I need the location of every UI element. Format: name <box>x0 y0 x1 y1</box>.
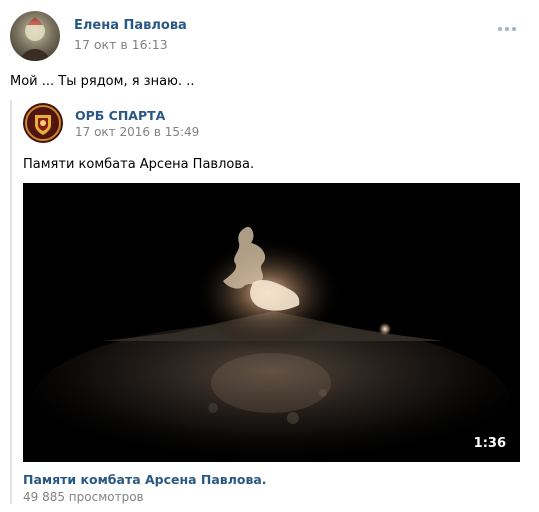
repost-block: ОРБ СПАРТА 17 окт 2016 в 15:49 Памяти ко… <box>10 96 520 508</box>
author-name-link[interactable]: Елена Павлова <box>74 18 187 33</box>
repost-divider <box>10 100 12 504</box>
video-duration: 1:36 <box>473 436 506 451</box>
video-player[interactable]: 1:36 <box>23 183 520 462</box>
repost-date-link[interactable]: 17 окт 2016 в 15:49 <box>75 125 199 139</box>
avatar-image <box>20 17 50 61</box>
post-date-link[interactable]: 17 окт в 16:13 <box>74 37 168 52</box>
dot <box>505 27 509 31</box>
repost-avatar[interactable] <box>23 103 63 143</box>
wall-post: Елена Павлова 17 окт в 16:13 Мой ... Ты … <box>0 0 539 512</box>
dot <box>498 27 502 31</box>
author-avatar[interactable] <box>10 11 60 61</box>
dot <box>512 27 516 31</box>
repost-author-link[interactable]: ОРБ СПАРТА <box>75 108 165 123</box>
repost-text: Памяти комбата Арсена Павлова. <box>23 157 255 172</box>
video-title-link[interactable]: Памяти комбата Арсена Павлова. <box>23 472 267 487</box>
more-dots-icon[interactable] <box>498 26 520 32</box>
video-views: 49 885 просмотров <box>23 490 144 504</box>
repost-avatar-emblem <box>25 105 61 141</box>
post-text: Мой ... Ты рядом, я знаю. .. <box>10 74 195 89</box>
video-thumbnail <box>23 183 520 462</box>
